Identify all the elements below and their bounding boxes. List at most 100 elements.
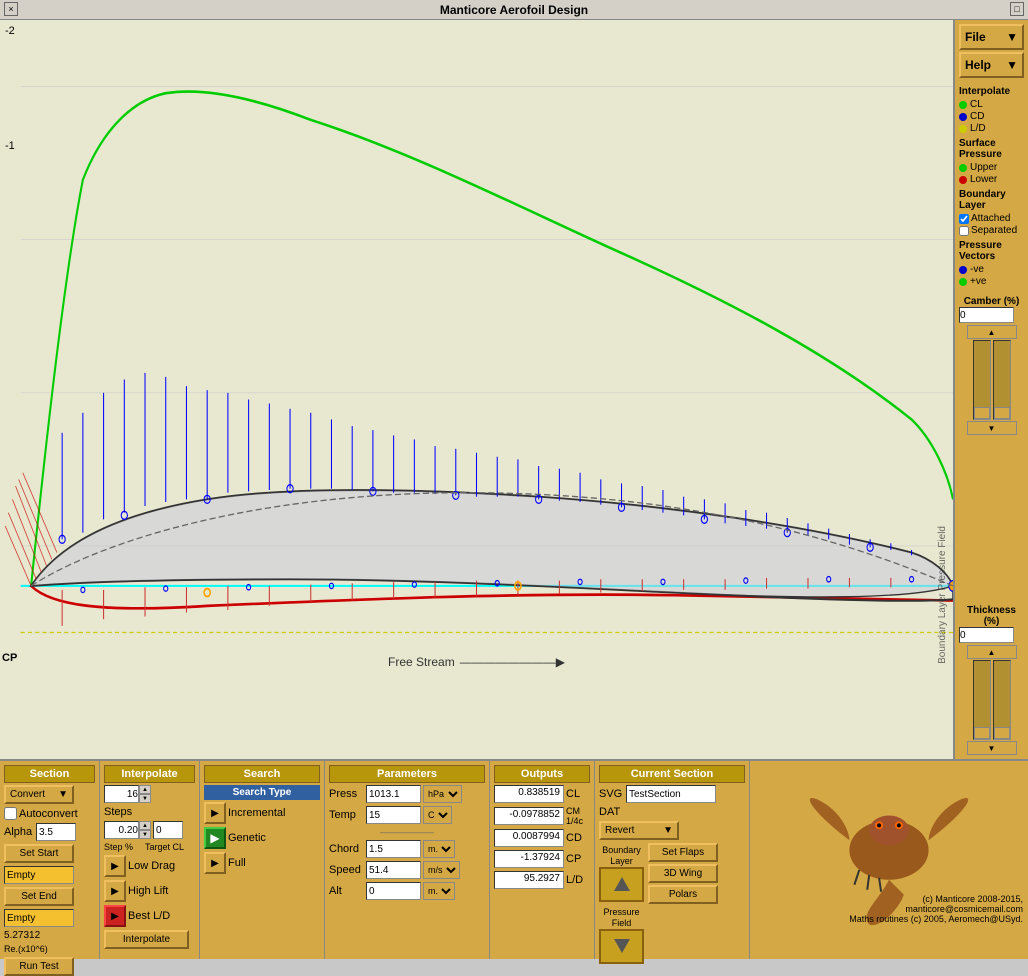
interpolate-button[interactable]: Interpolate: [104, 930, 189, 949]
speed-label: Speed: [329, 864, 364, 876]
three-d-wing-button[interactable]: 3D Wing: [648, 864, 718, 883]
camber-input[interactable]: [959, 307, 1014, 323]
target-cl-input[interactable]: [153, 821, 183, 839]
cd-output: 0.0087994: [494, 829, 564, 847]
convert-button[interactable]: Convert ▼: [4, 785, 74, 804]
speed-unit[interactable]: m/s: [423, 861, 460, 879]
steps-spin-btns: ▲ ▼: [139, 785, 151, 803]
camber-thumb-right[interactable]: [994, 407, 1010, 419]
autoconvert-checkbox[interactable]: [4, 807, 17, 820]
alt-unit[interactable]: m.: [423, 882, 455, 900]
pressure-vectors-title: Pressure Vectors: [959, 240, 1024, 262]
set-end-button[interactable]: Set End: [4, 887, 74, 906]
thickness-slider-track-right[interactable]: [993, 660, 1011, 740]
thickness-thumb-left[interactable]: [974, 727, 990, 739]
thickness-thumb-right[interactable]: [994, 727, 1010, 739]
separated-checkbox[interactable]: [959, 226, 969, 236]
steps-down[interactable]: ▼: [139, 794, 151, 803]
camber-slider-track-right[interactable]: [993, 340, 1011, 420]
step-pct-spin-btns: ▲ ▼: [139, 821, 151, 839]
search-panel: Search Search Type ▶ Incremental ▶ Genet…: [200, 761, 325, 959]
camber-thumb-left[interactable]: [974, 407, 990, 419]
main-layout: -2 -1 CP Free Stream ————————▶: [0, 20, 1028, 759]
low-drag-label: Low Drag: [128, 860, 175, 872]
high-lift-label: High Lift: [128, 885, 168, 897]
step-pct-up[interactable]: ▲: [139, 821, 151, 830]
ld-legend: L/D: [959, 123, 1024, 134]
revert-button[interactable]: Revert ▼: [599, 821, 679, 840]
cd-dot: [959, 113, 967, 121]
steps-up[interactable]: ▲: [139, 785, 151, 794]
thickness-slider-track-left[interactable]: [973, 660, 991, 740]
cl-dot: [959, 101, 967, 109]
attached-checkbox[interactable]: [959, 214, 969, 224]
search-type-header: Search Type: [204, 785, 320, 800]
outputs-header: Outputs: [494, 765, 590, 783]
camber-slider-container: ▲ ▼: [959, 325, 1024, 435]
temp-input[interactable]: [366, 806, 421, 824]
parameters-header: Parameters: [329, 765, 485, 783]
ld-output: 95.2927: [494, 871, 564, 889]
dat-label: DAT: [599, 806, 624, 818]
help-button[interactable]: Help ▼: [959, 52, 1024, 78]
high-lift-btn[interactable]: ▶: [104, 880, 126, 902]
alpha-input[interactable]: [36, 823, 76, 841]
steps-spinner: ▲ ▼: [104, 785, 151, 803]
empty-field-2[interactable]: [4, 909, 74, 927]
cp-output: -1.37924: [494, 850, 564, 868]
svg-label: SVG: [599, 788, 624, 800]
parameters-panel: Parameters Press hPa Temp C —————— Chord…: [325, 761, 490, 959]
step-pct-down[interactable]: ▼: [139, 830, 151, 839]
press-input[interactable]: [366, 785, 421, 803]
upper-legend: Upper: [959, 162, 1024, 173]
current-section-panel: Current Section SVG DAT Revert ▼ Boundar…: [595, 761, 750, 959]
interpolate-panel: Interpolate ▲ ▼ Steps ▲ ▼: [100, 761, 200, 959]
thickness-slider-down[interactable]: ▼: [967, 741, 1017, 755]
steps-label: Steps: [104, 806, 132, 818]
alt-input[interactable]: [366, 882, 421, 900]
thickness-input[interactable]: [959, 627, 1014, 643]
press-label: Press: [329, 788, 364, 800]
thickness-section: Thickness (%) ▲ ▼: [955, 601, 1028, 759]
polars-button[interactable]: Polars: [648, 885, 718, 904]
close-button[interactable]: ×: [4, 2, 18, 16]
set-flaps-button[interactable]: Set Flaps: [648, 843, 718, 862]
copyright-text: (c) Manticore 2008-2015, manticore@cosmi…: [849, 894, 1023, 924]
speed-input[interactable]: [366, 861, 421, 879]
genetic-label: Genetic: [228, 832, 266, 844]
low-drag-btn[interactable]: ▶: [104, 855, 126, 877]
file-button[interactable]: File ▼: [959, 24, 1024, 50]
autoconvert-label: Autoconvert: [19, 808, 78, 820]
step-pct-spinner: ▲ ▼: [104, 821, 151, 839]
camber-slider-track-left[interactable]: [973, 340, 991, 420]
step-pct-input[interactable]: [104, 821, 139, 839]
camber-slider-down[interactable]: ▼: [967, 421, 1017, 435]
right-panel: File ▼ Help ▼ Interpolate CL CD L/D Su: [953, 20, 1028, 759]
boundary-layer-arrow[interactable]: [599, 867, 644, 902]
svg-input[interactable]: [626, 785, 716, 803]
genetic-btn[interactable]: ▶: [204, 827, 226, 849]
interpolate-section: Interpolate CL CD L/D Surface Pressure U…: [955, 82, 1028, 292]
lower-dot: [959, 176, 967, 184]
incremental-btn[interactable]: ▶: [204, 802, 226, 824]
set-start-button[interactable]: Set Start: [4, 844, 74, 863]
negative-ve-legend: -ve: [959, 264, 1024, 275]
temp-unit[interactable]: C: [423, 806, 452, 824]
chord-input[interactable]: [366, 840, 421, 858]
best-ld-btn[interactable]: ▶: [104, 905, 126, 927]
camber-slider-up[interactable]: ▲: [967, 325, 1017, 339]
thickness-slider-up[interactable]: ▲: [967, 645, 1017, 659]
search-header: Search: [204, 765, 320, 783]
maximize-button[interactable]: □: [1010, 2, 1024, 16]
press-unit[interactable]: hPa: [423, 785, 462, 803]
camber-title: Camber (%): [959, 296, 1024, 307]
pressure-field-arrow[interactable]: [599, 929, 644, 964]
separated-checkbox-item: Separated: [959, 225, 1024, 236]
empty-field-1[interactable]: [4, 866, 74, 884]
boundary-layer-title: Boundary Layer: [959, 189, 1024, 211]
steps-input[interactable]: [104, 785, 139, 803]
chord-unit[interactable]: m.: [423, 840, 455, 858]
full-btn[interactable]: ▶: [204, 852, 226, 874]
full-label: Full: [228, 857, 246, 869]
run-test-button[interactable]: Run Test: [4, 957, 74, 976]
